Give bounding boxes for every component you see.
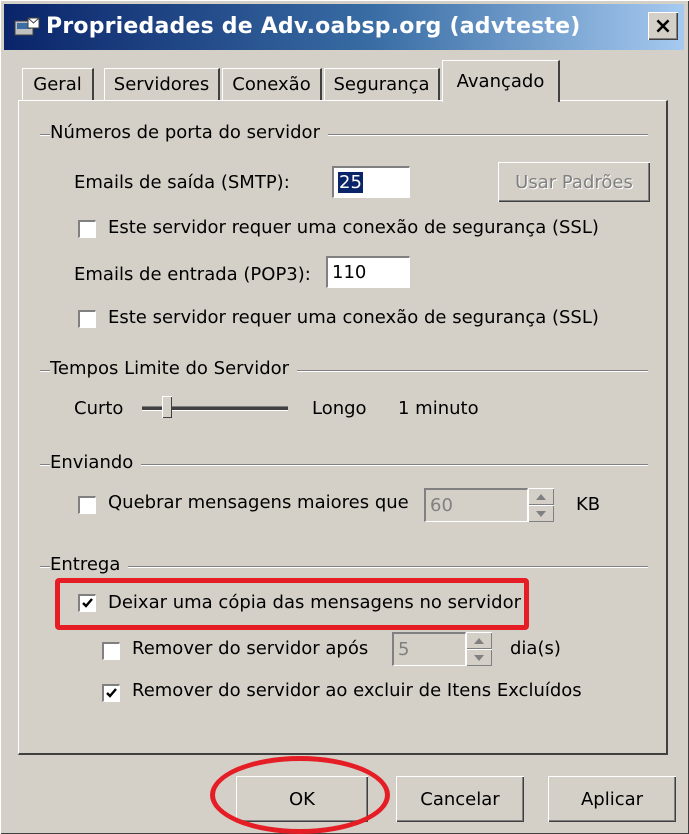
remove-after-checkbox[interactable]: [102, 642, 120, 660]
delivery-group-label: Entrega: [50, 554, 129, 575]
arrow-down-icon: [536, 510, 546, 517]
split-messages-checkbox[interactable]: [78, 496, 96, 514]
timeout-value: 1 minuto: [398, 398, 479, 419]
tab-label: Servidores: [113, 74, 210, 95]
leave-copy-checkbox[interactable]: [78, 594, 96, 612]
tab-conexao[interactable]: Conexão: [222, 68, 322, 100]
remove-deleted-label: Remover do servidor ao excluir de Itens …: [132, 680, 582, 701]
sending-group-label: Enviando: [50, 452, 142, 473]
remove-days-spinner[interactable]: [466, 632, 492, 666]
smtp-ssl-checkbox[interactable]: [78, 220, 96, 238]
account-icon: [14, 17, 40, 36]
smtp-port-input[interactable]: 25: [332, 166, 410, 198]
spin-down-button[interactable]: [528, 505, 554, 522]
size-unit: KB: [576, 494, 601, 515]
title-bar[interactable]: Propriedades de Adv.oabsp.org (advteste)…: [4, 4, 684, 50]
long-label: Longo: [312, 398, 367, 419]
pop3-label: Emails de entrada (POP3):: [74, 264, 311, 285]
smtp-label: Emails de saída (SMTP):: [74, 172, 290, 193]
remove-days-value: 5: [398, 639, 410, 660]
pop3-port-input[interactable]: 110: [326, 256, 410, 288]
checkmark-icon: [106, 688, 117, 698]
tab-servidores[interactable]: Servidores: [104, 68, 220, 100]
leave-copy-label: Deixar uma cópia das mensagens no servid…: [108, 592, 521, 613]
pop3-port-value: 110: [332, 262, 367, 283]
tab-geral[interactable]: Geral: [22, 68, 94, 100]
window-title: Propriedades de Adv.oabsp.org (advteste): [46, 14, 581, 39]
tab-label: Avançado: [456, 71, 545, 92]
split-size-spinner[interactable]: [528, 488, 554, 522]
apply-label: Aplicar: [580, 788, 644, 810]
pop3-ssl-checkbox[interactable]: [78, 310, 96, 328]
smtp-ssl-label: Este servidor requer uma conexão de segu…: [108, 217, 599, 238]
cancel-label: Cancelar: [420, 788, 500, 810]
tab-label: Conexão: [232, 74, 311, 95]
apply-button[interactable]: Aplicar: [548, 776, 676, 822]
spin-up-button[interactable]: [466, 632, 492, 649]
remove-days-input[interactable]: 5: [392, 632, 466, 666]
tab-label: Segurança: [333, 74, 430, 95]
close-icon: ×: [653, 13, 673, 39]
cancel-button[interactable]: Cancelar: [396, 776, 524, 822]
use-defaults-label: Usar Padrões: [515, 171, 633, 193]
tab-seguranca[interactable]: Segurança: [324, 68, 440, 100]
split-messages-label: Quebrar mensagens maiores que: [108, 492, 409, 513]
smtp-port-value: 25: [338, 172, 363, 193]
ok-button[interactable]: OK: [236, 776, 368, 822]
split-size-value: 60: [430, 495, 453, 516]
group-divider: [40, 566, 648, 568]
timeout-slider-thumb[interactable]: [162, 396, 172, 418]
short-label: Curto: [74, 398, 124, 419]
days-label: dia(s): [510, 638, 561, 659]
pop3-ssl-label: Este servidor requer uma conexão de segu…: [108, 307, 599, 328]
remove-deleted-checkbox[interactable]: [102, 684, 120, 702]
arrow-up-icon: [536, 493, 546, 500]
split-size-input[interactable]: 60: [424, 488, 528, 522]
ok-label: OK: [289, 788, 315, 810]
timeouts-group-label: Tempos Limite do Servidor: [50, 358, 298, 379]
arrow-up-icon: [474, 637, 484, 644]
checkmark-icon: [82, 598, 93, 608]
tab-label: Geral: [33, 74, 82, 95]
arrow-down-icon: [474, 654, 484, 661]
spin-up-button[interactable]: [528, 488, 554, 505]
use-defaults-button[interactable]: Usar Padrões: [498, 162, 650, 202]
tab-avancado[interactable]: Avançado: [442, 60, 560, 102]
properties-dialog: Propriedades de Adv.oabsp.org (advteste)…: [0, 0, 689, 834]
spin-down-button[interactable]: [466, 649, 492, 666]
close-button[interactable]: ×: [648, 12, 678, 40]
ports-group-label: Números de porta do servidor: [50, 122, 328, 143]
remove-after-label: Remover do servidor após: [132, 638, 369, 659]
